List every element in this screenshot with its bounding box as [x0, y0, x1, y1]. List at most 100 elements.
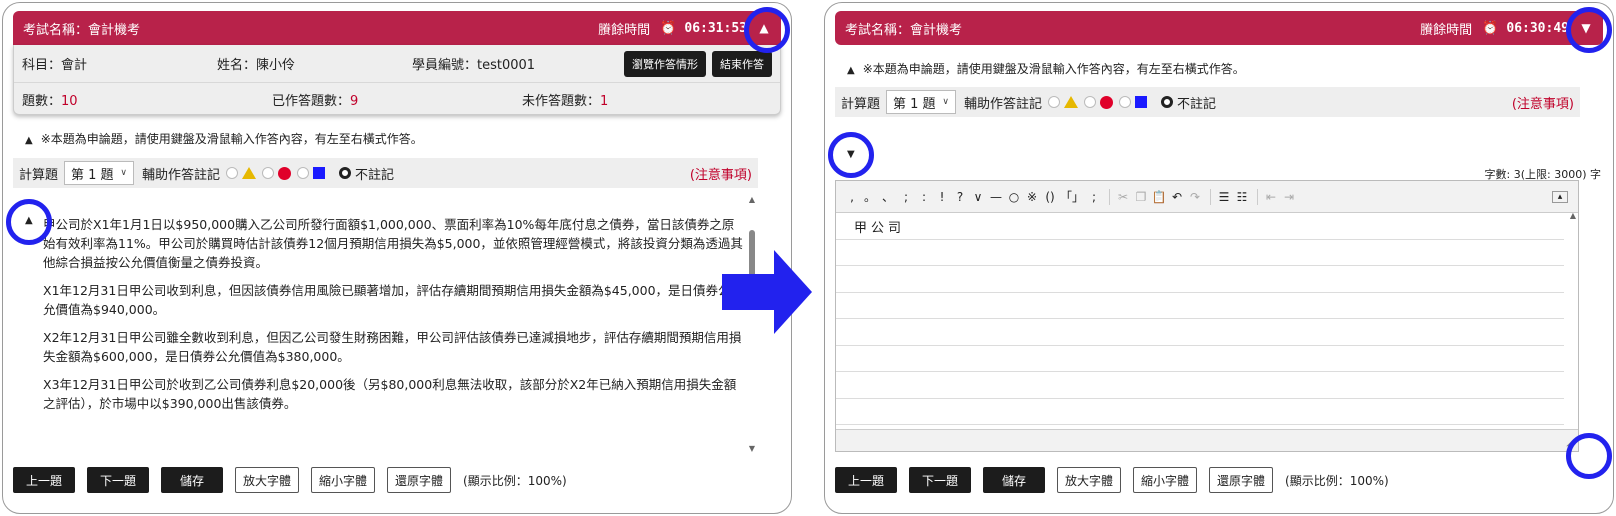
undo-icon[interactable]: ↶	[1169, 190, 1185, 204]
no-mark-label: 不註記	[1177, 96, 1217, 112]
punct-button[interactable]: ()	[1042, 190, 1058, 204]
mark-triangle-radio[interactable]	[226, 167, 239, 179]
punct-button[interactable]: 、	[880, 188, 896, 205]
shrink-font-button[interactable]: 縮小字體	[1133, 467, 1198, 493]
subject-field: 科目：會計	[22, 58, 88, 73]
answer-editor[interactable]: , 。 、 ; : ! ? ∨ — ○ ※ () 「」 ; ✂ ❐ 📋 ↶ ↷ …	[835, 180, 1579, 452]
countdown-timer: 06:30:49	[1506, 20, 1569, 36]
collapse-toolbar-icon[interactable]: ▴	[1552, 190, 1568, 203]
question-paragraph: X2年12月31日甲公司雖全數收到利息，但因乙公司發生財務困難，甲公司評估該債券…	[43, 330, 742, 364]
punct-button[interactable]: 。	[862, 188, 878, 205]
save-button[interactable]: 儲存	[161, 467, 223, 493]
collapse-notice-icon[interactable]: ▲	[25, 135, 33, 146]
right-arrow-icon	[722, 250, 812, 334]
enlarge-font-button[interactable]: 放大字體	[1057, 467, 1122, 493]
chevron-down-icon: ∨	[120, 168, 128, 178]
total-count: 題數：10	[22, 93, 78, 109]
punct-button[interactable]: !	[934, 190, 950, 204]
question-paragraph: X1年12月31日甲公司收到利息，但因該債券信用風險已顯著增加，評估存續期間預期…	[43, 283, 731, 317]
punct-button[interactable]: ※	[1024, 190, 1040, 204]
red-circle-icon	[1100, 95, 1114, 109]
punct-button[interactable]: ?	[952, 190, 968, 204]
enlarge-font-button[interactable]: 放大字體	[235, 467, 300, 493]
shrink-font-button[interactable]: 縮小字體	[311, 467, 376, 493]
highlight-circle	[6, 199, 52, 245]
question-toolbar: 計算題 第 1 題 ∨ 輔助作答註記 不註記 (注意事項)	[13, 158, 758, 188]
bottom-controls: 上一題 下一題 儲存 放大字體 縮小字體 還原字體 (顯示比例：100%)	[835, 467, 1389, 493]
punct-button[interactable]: ;	[1086, 190, 1102, 204]
mark-label: 輔助作答註記	[964, 96, 1043, 112]
punct-button[interactable]: 「」	[1060, 188, 1084, 205]
punct-button[interactable]: ;	[898, 190, 914, 204]
indent-icon[interactable]: ⇥	[1281, 190, 1297, 204]
remaining-time-label: 賸餘時間	[598, 22, 651, 38]
punct-button[interactable]: ,	[844, 190, 860, 204]
yellow-triangle-icon	[242, 167, 257, 179]
bottom-controls: 上一題 下一題 儲存 放大字體 縮小字體 還原字體 (顯示比例：100%)	[13, 467, 567, 493]
punct-button[interactable]: ○	[1006, 190, 1022, 204]
no-mark-radio[interactable]	[1161, 96, 1174, 108]
collapse-notice-icon[interactable]: ▲	[847, 65, 855, 76]
punct-button[interactable]: :	[916, 190, 932, 204]
highlight-circle	[828, 132, 874, 178]
alarm-clock-icon: ⏰	[1482, 20, 1499, 36]
yellow-triangle-icon	[1064, 96, 1079, 108]
question-select[interactable]: 第 1 題 ∨	[64, 161, 135, 185]
attention-link[interactable]: (注意事項)	[1512, 93, 1574, 112]
no-mark-radio[interactable]	[339, 167, 352, 179]
student-id-field: 學員編號：test0001	[412, 58, 536, 73]
cut-icon[interactable]: ✂	[1115, 190, 1131, 204]
exam-panel-right: 考試名稱：會計機考 賸餘時間 ⏰ 06:30:49 ▼ ▲ ※本題為申論題，請使用…	[824, 2, 1614, 514]
copy-icon[interactable]: ❐	[1133, 190, 1149, 204]
bulleted-list-icon[interactable]: ☷	[1234, 190, 1250, 204]
punct-button[interactable]: —	[988, 190, 1004, 204]
editor-toolbar: , 。 、 ; : ! ? ∨ — ○ ※ () 「」 ; ✂ ❐ 📋 ↶ ↷ …	[836, 181, 1578, 213]
mark-triangle-radio[interactable]	[1048, 96, 1061, 108]
answered-count: 已作答題數：9	[272, 93, 359, 109]
next-question-button[interactable]: 下一題	[87, 467, 149, 493]
exam-panel-left: 考試名稱：會計機考 賸餘時間 ⏰ 06:31:53 ▲ 科目：會計 姓名：陳小伶…	[2, 2, 792, 514]
prev-question-button[interactable]: 上一題	[835, 467, 897, 493]
browse-answers-button[interactable]: 瀏覽作答情形	[624, 50, 706, 77]
editor-body[interactable]: 甲公司 ▲	[836, 211, 1578, 425]
mark-circle-radio[interactable]	[1084, 96, 1097, 108]
blue-square-icon	[1135, 96, 1148, 108]
chevron-down-icon: ∨	[942, 97, 950, 107]
question-type-label: 計算題	[19, 167, 59, 183]
end-exam-button[interactable]: 結束作答	[712, 50, 772, 77]
blue-square-icon	[313, 167, 326, 179]
save-button[interactable]: 儲存	[983, 467, 1045, 493]
highlight-circle	[744, 7, 790, 53]
scroll-down-icon[interactable]: ▼	[748, 444, 756, 453]
answer-notice: ▲ ※本題為申論題，請使用鍵盤及滑鼠輸入作答內容，有左至右橫式作答。	[25, 132, 423, 146]
zoom-ratio: (顯示比例：100%)	[463, 473, 567, 488]
question-paragraph: 甲公司於X1年1月1日以$950,000購入乙公司所發行面額$1,000,000…	[43, 217, 743, 270]
zoom-ratio: (顯示比例：100%)	[1285, 473, 1389, 488]
editor-scroll-up-icon[interactable]: ▲	[1570, 211, 1576, 220]
question-select[interactable]: 第 1 題 ∨	[886, 90, 957, 114]
mark-circle-radio[interactable]	[262, 167, 275, 179]
title-bar: 考試名稱：會計機考 賸餘時間 ⏰ 06:31:53 ▲	[13, 11, 781, 45]
prev-question-button[interactable]: 上一題	[13, 467, 75, 493]
exam-title: 考試名稱：會計機考	[23, 22, 141, 38]
no-mark-label: 不註記	[355, 167, 395, 183]
redo-icon[interactable]: ↷	[1187, 190, 1203, 204]
highlight-circle	[1566, 7, 1612, 53]
outdent-icon[interactable]: ⇤	[1263, 190, 1279, 204]
reset-font-button[interactable]: 還原字體	[1209, 467, 1274, 493]
paste-icon[interactable]: 📋	[1151, 190, 1167, 204]
red-circle-icon	[278, 166, 292, 180]
alarm-clock-icon: ⏰	[660, 20, 677, 36]
next-question-button[interactable]: 下一題	[909, 467, 971, 493]
punct-button[interactable]: ∨	[970, 190, 986, 204]
mark-label: 輔助作答註記	[142, 167, 221, 183]
scroll-up-icon[interactable]: ▲	[748, 195, 756, 204]
question-toolbar: 計算題 第 1 題 ∨ 輔助作答註記 不註記 (注意事項)	[835, 87, 1580, 117]
reset-font-button[interactable]: 還原字體	[387, 467, 452, 493]
mark-square-radio[interactable]	[297, 167, 310, 179]
question-text: 甲公司於X1年1月1日以$950,000購入乙公司所發行面額$1,000,000…	[43, 215, 743, 422]
numbered-list-icon[interactable]: ☰	[1216, 190, 1232, 204]
title-bar: 考試名稱：會計機考 賸餘時間 ⏰ 06:30:49 ▼	[835, 11, 1603, 45]
attention-link[interactable]: (注意事項)	[690, 164, 752, 183]
mark-square-radio[interactable]	[1119, 96, 1132, 108]
